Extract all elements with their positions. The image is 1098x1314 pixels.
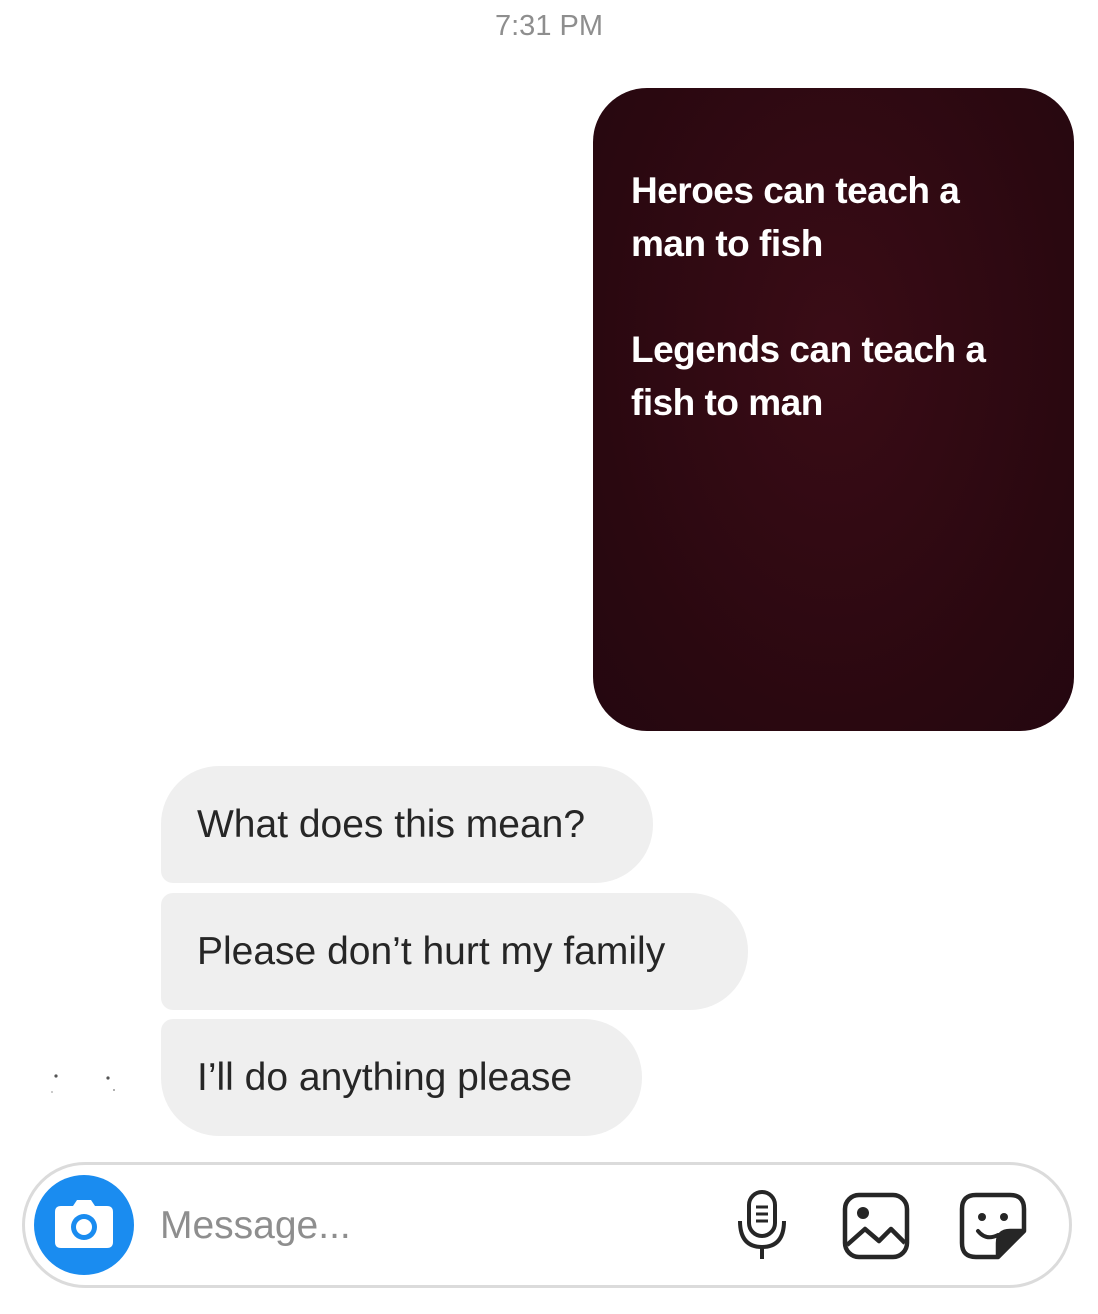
message-input[interactable]	[160, 1190, 680, 1262]
chat-screen: 7:31 PM Heroes can teach a man to fish L…	[0, 0, 1098, 1314]
message-timestamp: 7:31 PM	[495, 10, 603, 42]
camera-icon	[55, 1200, 113, 1248]
gallery-button[interactable]	[836, 1186, 916, 1266]
gallery-icon	[842, 1192, 910, 1260]
incoming-message-bubble[interactable]: Please don’t hurt my family	[161, 893, 748, 1010]
sender-avatar	[40, 1060, 130, 1120]
story-reply-card[interactable]: Heroes can teach a man to fish Legends c…	[593, 88, 1074, 731]
incoming-message-bubble[interactable]: I’ll do anything please	[161, 1019, 642, 1136]
story-text: Heroes can teach a man to fish Legends c…	[631, 170, 986, 423]
camera-button[interactable]	[34, 1175, 134, 1275]
microphone-button[interactable]	[722, 1186, 802, 1266]
sticker-icon	[959, 1192, 1027, 1260]
microphone-icon	[738, 1190, 786, 1259]
incoming-message-bubble[interactable]: What does this mean?	[161, 766, 653, 883]
sticker-button[interactable]	[953, 1186, 1033, 1266]
